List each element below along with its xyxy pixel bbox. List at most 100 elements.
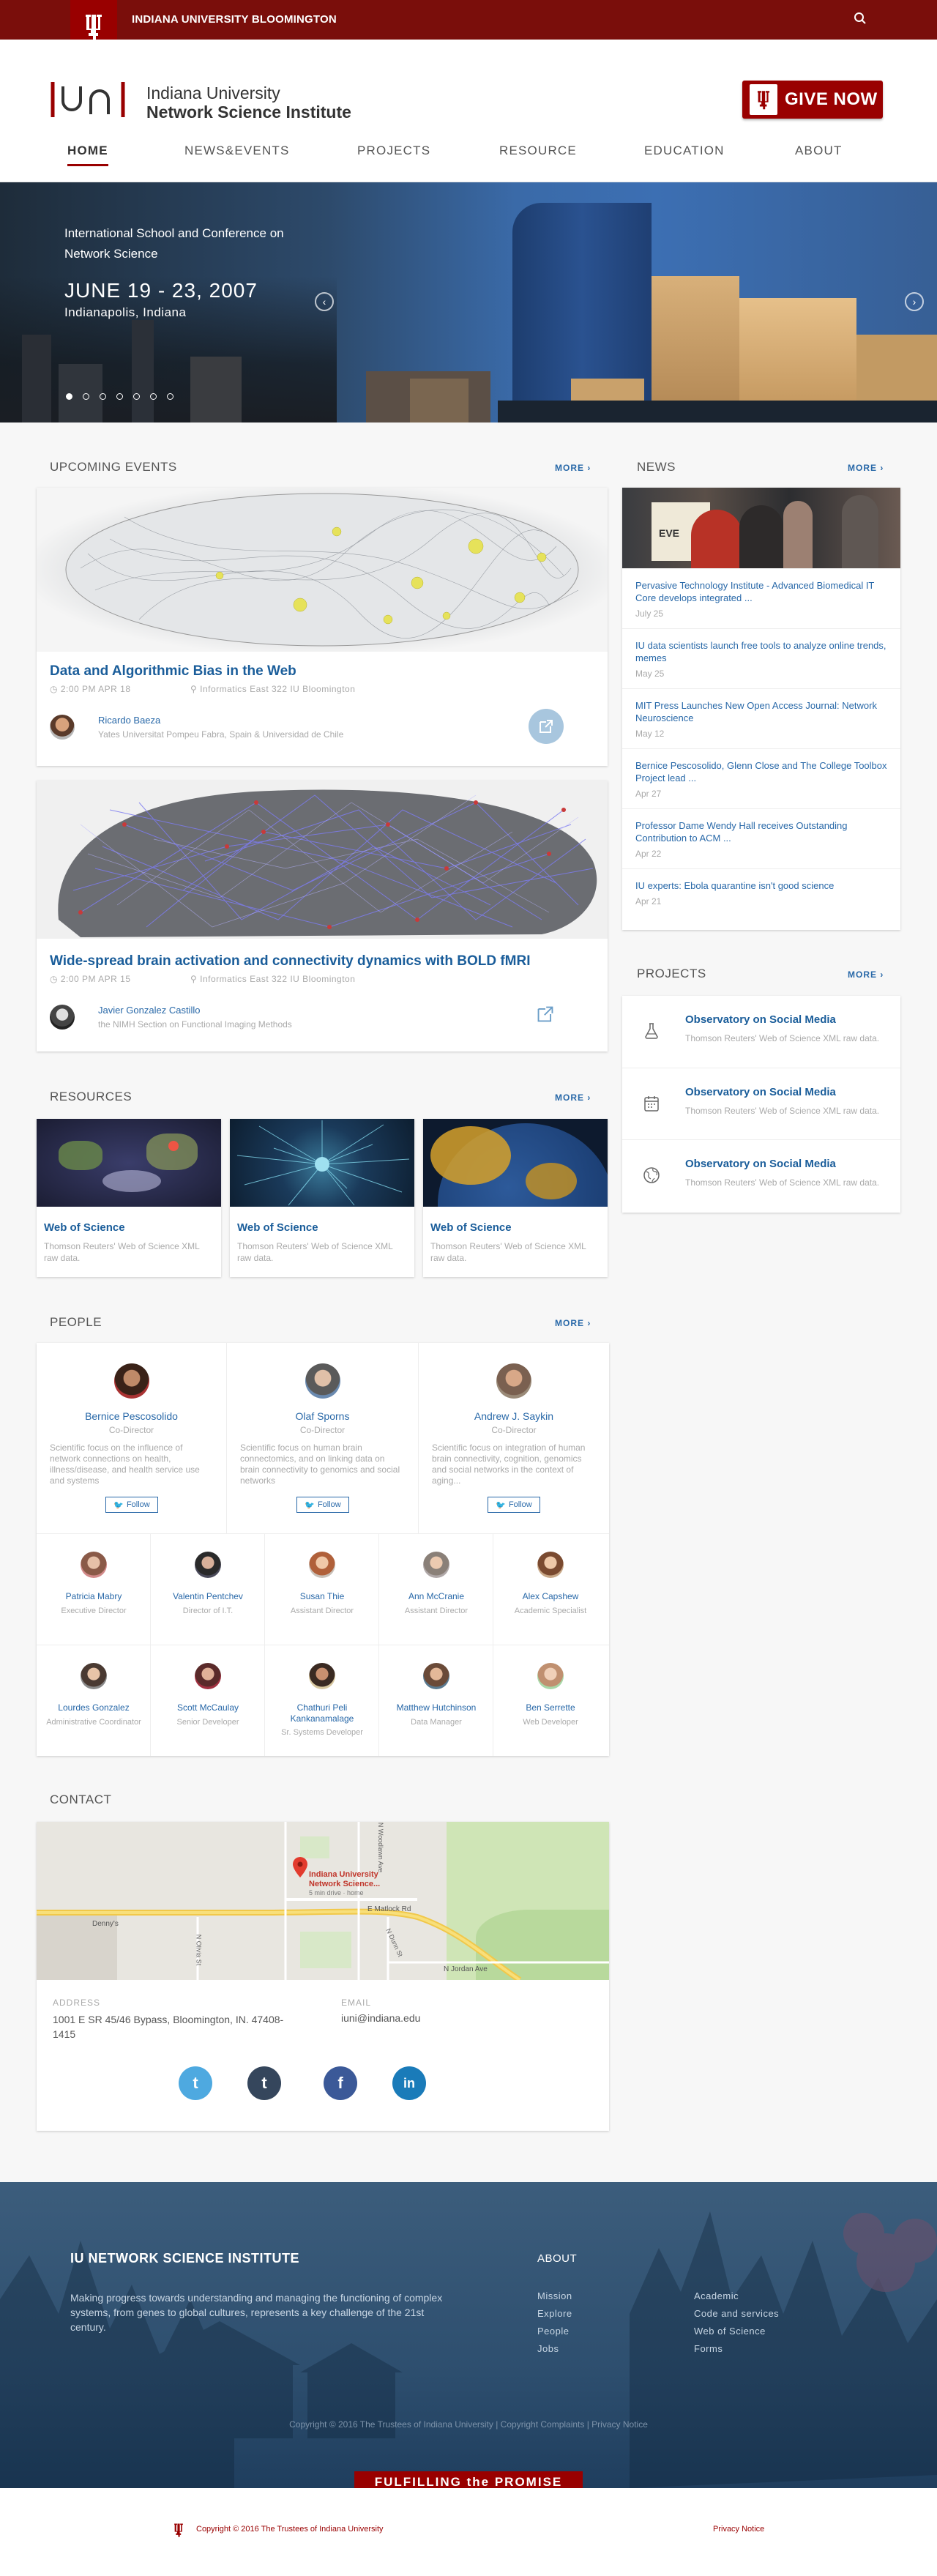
- twitter-button[interactable]: t: [179, 2066, 212, 2100]
- footer-link-mission[interactable]: Mission: [537, 2290, 572, 2301]
- footer-link-forms[interactable]: Forms: [694, 2343, 723, 2354]
- footer-link-academic[interactable]: Academic: [694, 2290, 739, 2301]
- carousel-next-button[interactable]: ›: [905, 292, 924, 311]
- speaker-name[interactable]: Javier Gonzalez Castillo: [98, 1005, 200, 1016]
- staff-card[interactable]: Scott McCaulay Senior Developer: [151, 1645, 265, 1756]
- staff-card[interactable]: Matthew Hutchinson Data Manager: [379, 1645, 493, 1756]
- project-title[interactable]: Observatory on Social Media: [685, 1158, 836, 1170]
- tumblr-button[interactable]: t: [247, 2066, 281, 2100]
- staff-card[interactable]: Alex Capshew Academic Specialist: [493, 1533, 609, 1645]
- news-title[interactable]: IU experts: Ebola quarantine isn't good …: [635, 879, 887, 892]
- nav-home[interactable]: HOME: [67, 144, 108, 166]
- map-pin-icon[interactable]: [293, 1857, 307, 1877]
- contact-map[interactable]: Indiana University Network Science... 5 …: [37, 1822, 609, 1980]
- follow-button[interactable]: 🐦 Follow: [488, 1497, 540, 1513]
- news-title[interactable]: IU data scientists launch free tools to …: [635, 639, 887, 664]
- resource-title[interactable]: Web of Science: [44, 1221, 125, 1234]
- event-title[interactable]: Data and Algorithmic Bias in the Web: [50, 663, 296, 680]
- footer-link-explore[interactable]: Explore: [537, 2308, 572, 2319]
- person-name[interactable]: Andrew J. Saykin: [419, 1410, 609, 1422]
- email-value[interactable]: iuni@indiana.edu: [341, 2012, 420, 2024]
- news-item[interactable]: Professor Dame Wendy Hall receives Outst…: [622, 808, 900, 869]
- carousel-dot[interactable]: [150, 393, 157, 400]
- person-card[interactable]: Olaf Sporns Co-Director Scientific focus…: [227, 1343, 419, 1533]
- event-card[interactable]: Data and Algorithmic Bias in the Web ◷ 2…: [37, 488, 608, 766]
- person-card[interactable]: Andrew J. Saykin Co-Director Scientific …: [419, 1343, 609, 1533]
- iu-link[interactable]: Indiana University: [319, 2525, 383, 2534]
- news-title[interactable]: MIT Press Launches New Open Access Journ…: [635, 699, 887, 724]
- person-name[interactable]: Scott McCaulay: [151, 1702, 265, 1713]
- iuni-logo[interactable]: [50, 82, 132, 121]
- give-now-button[interactable]: GIVE NOW: [742, 81, 883, 119]
- event-title[interactable]: Wide-spread brain activation and connect…: [50, 953, 531, 969]
- resource-card[interactable]: Web of Science Thomson Reuters' Web of S…: [230, 1119, 414, 1277]
- staff-card[interactable]: Chathuri Peli Kankanamalage Sr. Systems …: [265, 1645, 379, 1756]
- person-name[interactable]: Susan Thie: [265, 1591, 379, 1602]
- news-more-link[interactable]: MORE ›: [848, 463, 884, 473]
- privacy-notice-link[interactable]: Privacy Notice: [713, 2525, 764, 2534]
- person-name[interactable]: Olaf Sporns: [227, 1410, 418, 1422]
- person-name[interactable]: Lourdes Gonzalez: [37, 1702, 151, 1713]
- news-title[interactable]: Pervasive Technology Institute - Advance…: [635, 579, 887, 604]
- linkedin-button[interactable]: in: [392, 2066, 426, 2100]
- footer-link-people[interactable]: People: [537, 2326, 569, 2337]
- carousel-dot[interactable]: [116, 393, 123, 400]
- person-name[interactable]: Ann McCranie: [379, 1591, 493, 1602]
- nav-education[interactable]: EDUCATION: [644, 144, 725, 164]
- nav-resource[interactable]: RESOURCE: [499, 144, 577, 164]
- news-item[interactable]: Pervasive Technology Institute - Advance…: [622, 568, 900, 629]
- news-item[interactable]: IU experts: Ebola quarantine isn't good …: [622, 868, 900, 917]
- carousel-dot[interactable]: [83, 393, 89, 400]
- nav-news-events[interactable]: NEWS&EVENTS: [184, 144, 290, 164]
- carousel-dot[interactable]: [167, 393, 173, 400]
- share-button[interactable]: [536, 1005, 558, 1027]
- topbar-title[interactable]: INDIANA UNIVERSITY BLOOMINGTON: [132, 13, 337, 26]
- staff-card[interactable]: Valentin Pentchev Director of I.T.: [151, 1533, 265, 1645]
- trident-icon[interactable]: [173, 2522, 184, 2538]
- staff-card[interactable]: Patricia Mabry Executive Director: [37, 1533, 151, 1645]
- project-title[interactable]: Observatory on Social Media: [685, 1013, 836, 1026]
- news-title[interactable]: Bernice Pescosolido, Glenn Close and The…: [635, 759, 887, 784]
- project-title[interactable]: Observatory on Social Media: [685, 1086, 836, 1098]
- resource-card[interactable]: Web of Science Thomson Reuters' Web of S…: [423, 1119, 608, 1277]
- person-name[interactable]: Matthew Hutchinson: [379, 1702, 493, 1713]
- search-icon[interactable]: [854, 12, 870, 28]
- footer-link-wos[interactable]: Web of Science: [694, 2326, 766, 2337]
- projects-more-link[interactable]: MORE ›: [848, 969, 884, 980]
- carousel-dot[interactable]: [133, 393, 140, 400]
- events-more-link[interactable]: MORE ›: [555, 463, 591, 473]
- follow-button[interactable]: 🐦 Follow: [296, 1497, 349, 1513]
- nav-about[interactable]: ABOUT: [795, 144, 843, 164]
- project-item[interactable]: Observatory on Social Media Thomson Reut…: [622, 996, 900, 1066]
- event-card[interactable]: Wide-spread brain activation and connect…: [37, 781, 608, 1051]
- footer-link-jobs[interactable]: Jobs: [537, 2343, 559, 2354]
- footer-link-code[interactable]: Code and services: [694, 2308, 779, 2319]
- staff-card[interactable]: Ann McCranie Assistant Director: [379, 1533, 493, 1645]
- person-name[interactable]: Chathuri Peli Kankanamalage: [265, 1702, 379, 1724]
- person-name[interactable]: Ben Serrette: [493, 1702, 608, 1713]
- person-name[interactable]: Valentin Pentchev: [151, 1591, 265, 1602]
- carousel-dot[interactable]: [66, 393, 72, 400]
- speaker-name[interactable]: Ricardo Baeza: [98, 715, 160, 726]
- share-button[interactable]: [529, 709, 564, 744]
- person-card[interactable]: Bernice Pescosolido Co-Director Scientif…: [37, 1343, 227, 1533]
- news-item[interactable]: IU data scientists launch free tools to …: [622, 628, 900, 689]
- project-item[interactable]: Observatory on Social Media Thomson Reut…: [622, 1139, 900, 1210]
- facebook-button[interactable]: f: [324, 2066, 357, 2100]
- resources-more-link[interactable]: MORE ›: [555, 1092, 591, 1103]
- news-item[interactable]: Bernice Pescosolido, Glenn Close and The…: [622, 748, 900, 809]
- resource-title[interactable]: Web of Science: [430, 1221, 512, 1234]
- follow-button[interactable]: 🐦 Follow: [105, 1497, 158, 1513]
- news-item[interactable]: MIT Press Launches New Open Access Journ…: [622, 688, 900, 749]
- people-more-link[interactable]: MORE ›: [555, 1318, 591, 1328]
- staff-card[interactable]: Lourdes Gonzalez Administrative Coordina…: [37, 1645, 151, 1756]
- person-name[interactable]: Patricia Mabry: [37, 1591, 151, 1602]
- person-name[interactable]: Bernice Pescosolido: [37, 1410, 226, 1422]
- resource-title[interactable]: Web of Science: [237, 1221, 318, 1234]
- carousel-dot[interactable]: [100, 393, 106, 400]
- staff-card[interactable]: Ben Serrette Web Developer: [493, 1645, 609, 1756]
- project-item[interactable]: Observatory on Social Media Thomson Reut…: [622, 1068, 900, 1138]
- news-title[interactable]: Professor Dame Wendy Hall receives Outst…: [635, 819, 887, 844]
- carousel-prev-button[interactable]: ‹: [315, 292, 334, 311]
- person-name[interactable]: Alex Capshew: [493, 1591, 608, 1602]
